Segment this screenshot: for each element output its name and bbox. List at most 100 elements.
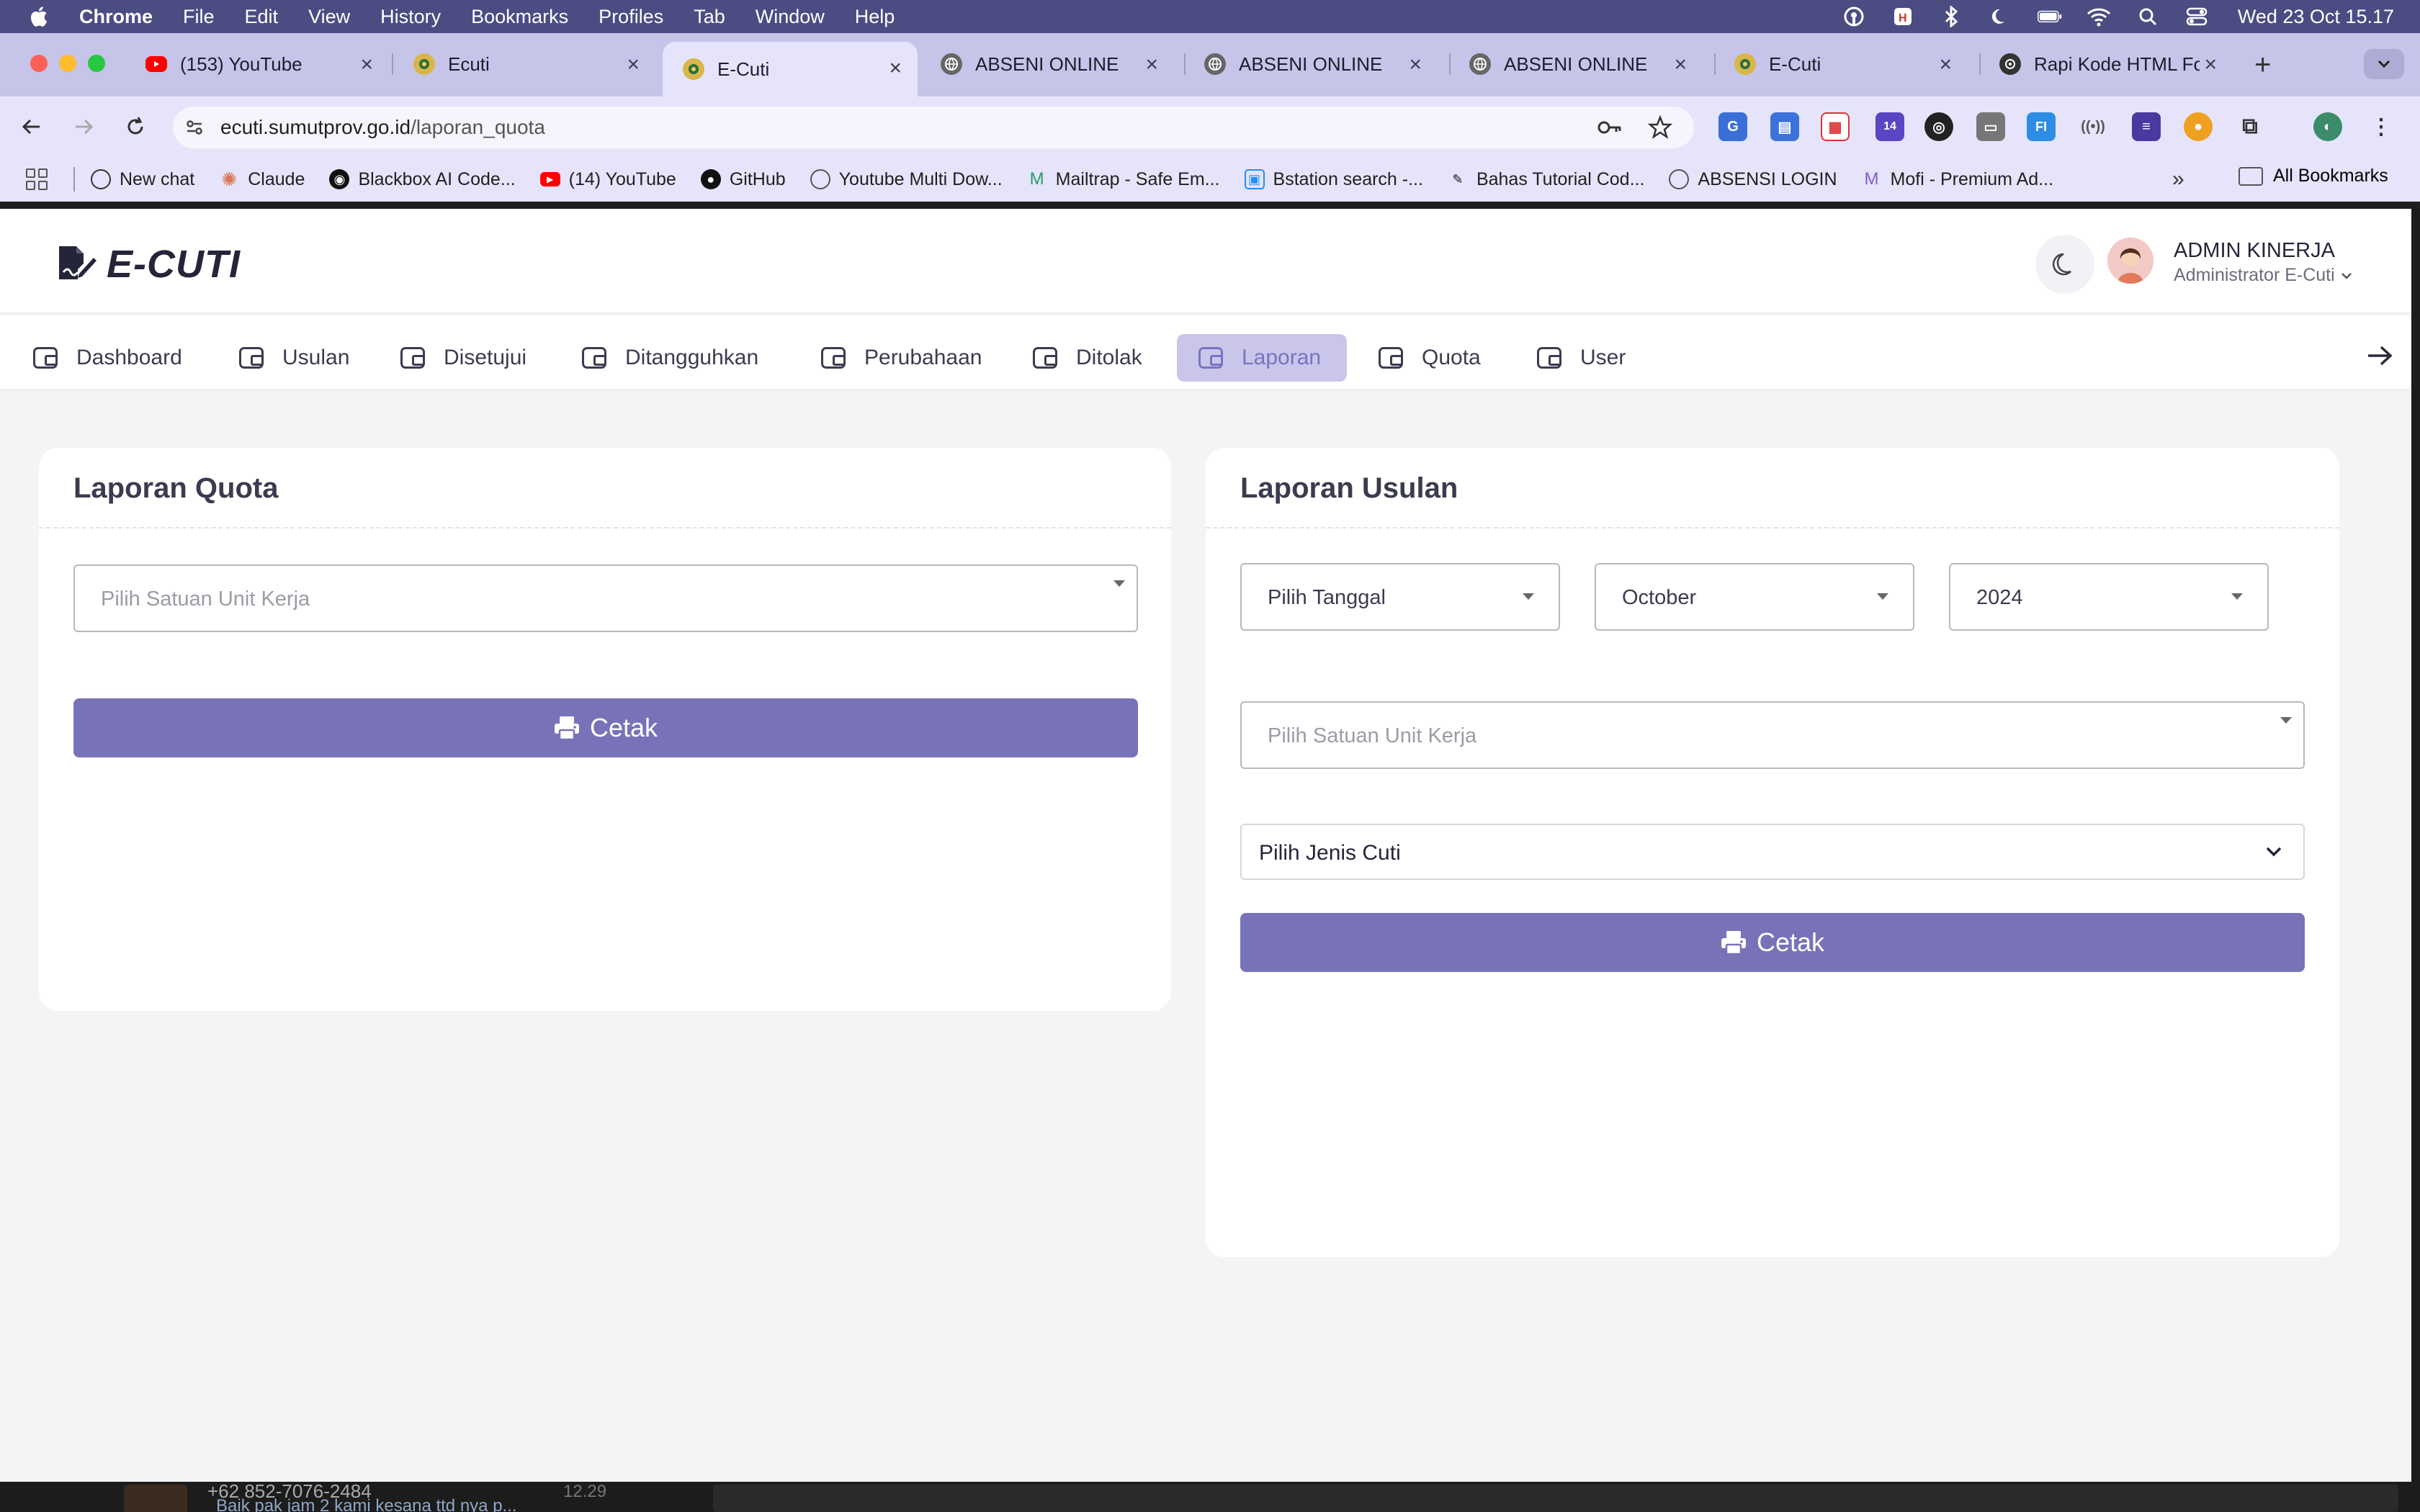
translate-extension-icon[interactable]: G [1718, 112, 1747, 141]
bluetooth-icon[interactable] [1940, 6, 1964, 27]
menu-file[interactable]: File [183, 6, 215, 28]
close-icon[interactable]: × [889, 56, 902, 81]
app-logo[interactable]: E-CUTI [56, 242, 241, 287]
menu-help[interactable]: Help [855, 6, 895, 28]
nav-perubahaan[interactable]: Perubahaan [799, 334, 1003, 382]
menu-window[interactable]: Window [756, 6, 825, 28]
nav-laporan[interactable]: Laporan [1177, 334, 1347, 382]
bookmark-youtube-multi[interactable]: Youtube Multi Dow... [810, 169, 1003, 190]
window-extension-icon[interactable]: ▭ [1976, 112, 2005, 141]
tanggal-select[interactable]: Pilih Tanggal [1240, 563, 1560, 631]
apple-icon[interactable] [27, 5, 49, 28]
jenis-cuti-select[interactable]: Pilih Jenis Cuti [1240, 824, 2305, 880]
nav-usulan[interactable]: Usulan [218, 334, 371, 382]
bookmark-star-icon[interactable] [1647, 114, 1673, 143]
close-icon[interactable]: × [1409, 53, 1422, 77]
profile-avatar-icon[interactable]: ◐ [2313, 112, 2342, 141]
tab-absen-online-2[interactable]: ABSENI ONLINE × [1184, 43, 1438, 85]
bookmark-mofi[interactable]: M Mofi - Premium Ad... [1862, 169, 2053, 190]
tab-rapi-kode[interactable]: Rapi Kode HTML Fo × [1979, 43, 2233, 85]
battery-icon[interactable] [2037, 6, 2062, 27]
calendar-extension-icon[interactable]: ▦ [1821, 112, 1850, 141]
address-bar[interactable]: ecuti.sumutprov.go.id/laporan_quota [173, 107, 1694, 148]
bookmark-youtube[interactable]: ▶ (14) YouTube [539, 169, 676, 190]
extensions-puzzle-icon[interactable]: ⧉ [2236, 112, 2264, 141]
site-settings-icon[interactable] [182, 114, 207, 140]
close-icon[interactable]: × [1939, 53, 1952, 77]
cetak-quota-button[interactable]: Cetak [73, 698, 1138, 757]
menu-bookmarks[interactable]: Bookmarks [471, 6, 568, 28]
focus-moon-icon[interactable] [1989, 6, 2013, 27]
nav-ditangguhkan[interactable]: Ditangguhkan [560, 334, 780, 382]
close-icon[interactable]: × [1674, 53, 1687, 77]
all-bookmarks-button[interactable]: All Bookmarks [2238, 166, 2388, 186]
nav-disetujui[interactable]: Disetujui [379, 334, 548, 382]
minimize-window-button[interactable] [59, 55, 76, 72]
menu-app-chrome[interactable]: Chrome [79, 6, 153, 28]
forward-button[interactable] [68, 111, 99, 143]
close-window-button[interactable] [30, 55, 48, 72]
menu-edit[interactable]: Edit [245, 6, 279, 28]
control-center-icon[interactable] [2184, 6, 2209, 27]
unit-kerja-select[interactable]: Pilih Satuan Unit Kerja [1240, 701, 2305, 769]
nav-user[interactable]: User [1515, 334, 1647, 382]
year-select[interactable]: 2024 [1949, 563, 2269, 631]
tab-absen-online-3[interactable]: ABSENI ONLINE × [1449, 43, 1703, 85]
password-key-icon[interactable] [1596, 115, 1623, 143]
nav-ditolak[interactable]: Ditolak [1011, 334, 1164, 382]
list-extension-icon[interactable]: ≡ [2132, 112, 2161, 141]
reload-button[interactable] [120, 111, 151, 143]
user-role-dropdown[interactable]: Administrator E-Cuti [2174, 265, 2352, 286]
podcast-icon[interactable] [1842, 6, 1866, 27]
maximize-window-button[interactable] [88, 55, 105, 72]
nav-dashboard[interactable]: Dashboard [12, 334, 204, 382]
tab-youtube[interactable]: (153) YouTube × [125, 43, 389, 85]
nav-quota[interactable]: Quota [1357, 334, 1502, 382]
bookmark-mailtrap[interactable]: M Mailtrap - Safe Em... [1027, 169, 1220, 190]
tab-e-cuti-active[interactable]: E-Cuti × [663, 42, 918, 96]
openai-extension-icon[interactable]: ◎ [1924, 112, 1953, 141]
more-bookmarks-chevron-icon[interactable]: » [2172, 167, 2184, 192]
month-select[interactable]: October [1595, 563, 1914, 631]
docs-extension-icon[interactable]: ▤ [1770, 112, 1799, 141]
tab-e-cuti-2[interactable]: E-Cuti × [1714, 43, 1968, 85]
fi-extension-icon[interactable]: FI [2027, 112, 2056, 141]
close-icon[interactable]: × [1145, 53, 1158, 77]
close-icon[interactable]: × [2200, 53, 2217, 77]
url-text[interactable]: ecuti.sumutprov.go.id/laporan_quota [220, 116, 545, 139]
burger-extension-icon[interactable]: ● [2184, 112, 2213, 141]
chevron-down-icon [2341, 272, 2352, 279]
nav-scroll-right-button[interactable] [2365, 341, 2394, 376]
bookmark-absensi-login[interactable]: ABSENSI LOGIN [1669, 169, 1837, 190]
tab-search-button[interactable] [2364, 49, 2404, 79]
cetak-usulan-button[interactable]: Cetak [1240, 913, 2305, 972]
menu-tab[interactable]: Tab [694, 6, 725, 28]
user-name[interactable]: ADMIN KINERJA [2174, 239, 2335, 263]
bookmark-bstation[interactable]: ▣ Bstation search -... [1244, 169, 1423, 190]
bookmark-new-chat[interactable]: New chat [91, 169, 194, 190]
app-status-icon[interactable]: H [1891, 6, 1915, 27]
user-avatar[interactable] [2107, 238, 2154, 284]
apps-grid-icon[interactable] [26, 168, 48, 190]
menu-view[interactable]: View [308, 6, 350, 28]
spotlight-search-icon[interactable] [2136, 6, 2160, 27]
unit-kerja-select[interactable]: Pilih Satuan Unit Kerja [73, 564, 1138, 632]
dark-mode-toggle[interactable] [2035, 235, 2094, 294]
wifi-icon[interactable] [2087, 6, 2111, 27]
tab-absen-online-1[interactable]: ABSENI ONLINE × [920, 43, 1174, 85]
close-icon[interactable]: × [360, 53, 373, 77]
menu-profiles[interactable]: Profiles [599, 6, 663, 28]
close-icon[interactable]: × [627, 53, 640, 77]
chrome-menu-icon[interactable]: ⋮ [2367, 112, 2396, 141]
menu-history[interactable]: History [380, 6, 441, 28]
broadcast-extension-icon[interactable]: ((•)) [2079, 112, 2107, 141]
menubar-clock[interactable]: Wed 23 Oct 15.17 [2238, 6, 2394, 28]
new-tab-button[interactable]: + [2254, 49, 2271, 81]
extension-badge-icon[interactable]: 14 [1876, 112, 1904, 141]
bookmark-github[interactable]: ● GitHub [700, 169, 786, 190]
bookmark-claude[interactable]: ✺ Claude [219, 168, 305, 190]
tab-ecuti[interactable]: Ecuti × [393, 43, 655, 85]
bookmark-blackbox[interactable]: ◉ Blackbox AI Code... [329, 169, 516, 190]
bookmark-bahas-tutorial[interactable]: ✎ Bahas Tutorial Cod... [1448, 169, 1644, 190]
back-button[interactable] [16, 111, 48, 143]
